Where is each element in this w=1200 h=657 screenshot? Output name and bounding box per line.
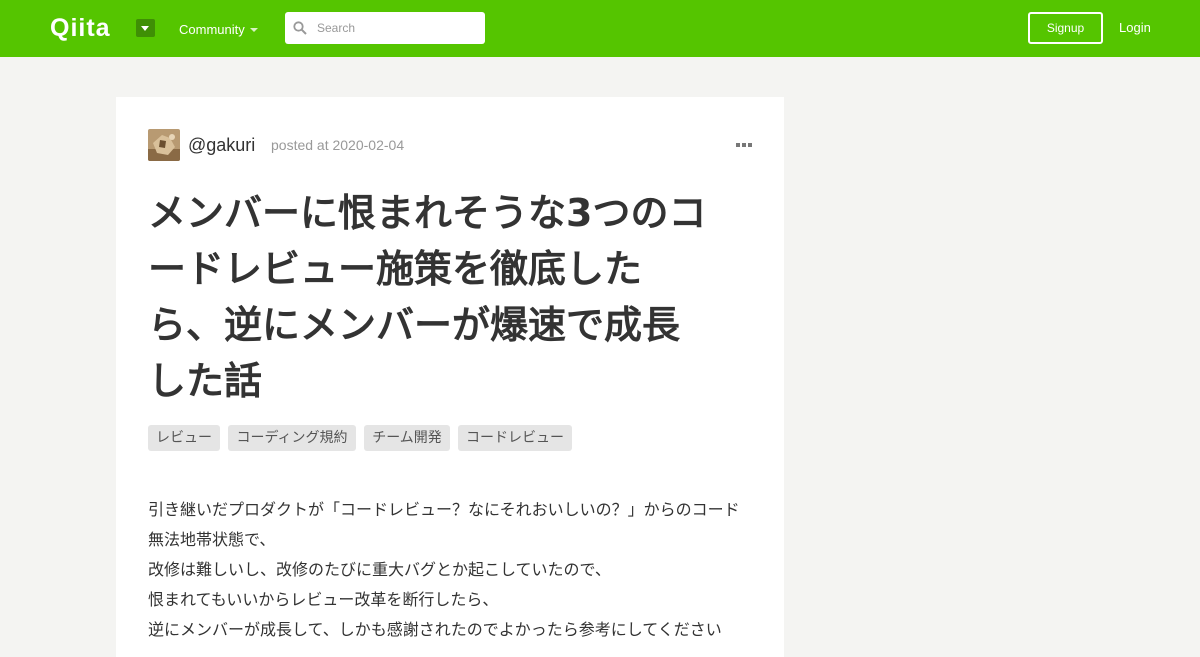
qiita-logo[interactable]: Qiita <box>50 14 111 42</box>
login-link[interactable]: Login <box>1119 20 1151 36</box>
signup-button[interactable]: Signup <box>1028 12 1103 44</box>
author-username[interactable]: @gakuri <box>188 134 255 156</box>
body-line: 逆にメンバーが成長して、しかも感謝されたのでよかったら参考にしてください <box>148 620 722 639</box>
search-box[interactable] <box>285 12 486 44</box>
more-options-icon[interactable] <box>736 142 752 148</box>
avatar-image <box>148 129 180 161</box>
posted-date: posted at 2020-02-04 <box>271 137 405 153</box>
service-switch-button[interactable] <box>136 19 155 37</box>
title-line: ら、逆にメンバーが爆速で成長 <box>148 303 681 347</box>
title-line: ードレビュー施策を徹底した <box>148 247 643 291</box>
community-menu[interactable]: Community <box>179 21 245 39</box>
body-line: 引き継いだプロダクトが「コードレビュー？なにそれおいしいの？」からのコード <box>148 500 740 519</box>
chevron-down-icon <box>250 28 258 32</box>
title-line: した話 <box>148 359 263 403</box>
tag-review[interactable]: レビュー <box>148 425 220 451</box>
title-line: メンバーに恨まれそうな3つのコ <box>148 191 707 235</box>
tag-team-development[interactable]: チーム開発 <box>364 425 450 451</box>
body-line: 無法地帯状態で、 <box>148 530 276 549</box>
tag-coding-rules[interactable]: コーディング規約 <box>228 425 356 451</box>
avatar[interactable] <box>148 129 180 161</box>
article-title: メンバーに恨まれそうな3つのコ ードレビュー施策を徹底した ら、逆にメンバーが爆… <box>148 185 748 409</box>
search-input[interactable] <box>313 12 486 44</box>
global-header: Qiita Community Signup Login <box>0 0 1200 57</box>
body-line: 恨まれてもいいからレビュー改革を断行したら、 <box>148 590 499 609</box>
search-icon <box>293 21 307 35</box>
tag-code-review[interactable]: コードレビュー <box>458 425 572 451</box>
body-line: 改修は難しいし、改修のたびに重大バグとか起こしていたので、 <box>148 560 611 579</box>
